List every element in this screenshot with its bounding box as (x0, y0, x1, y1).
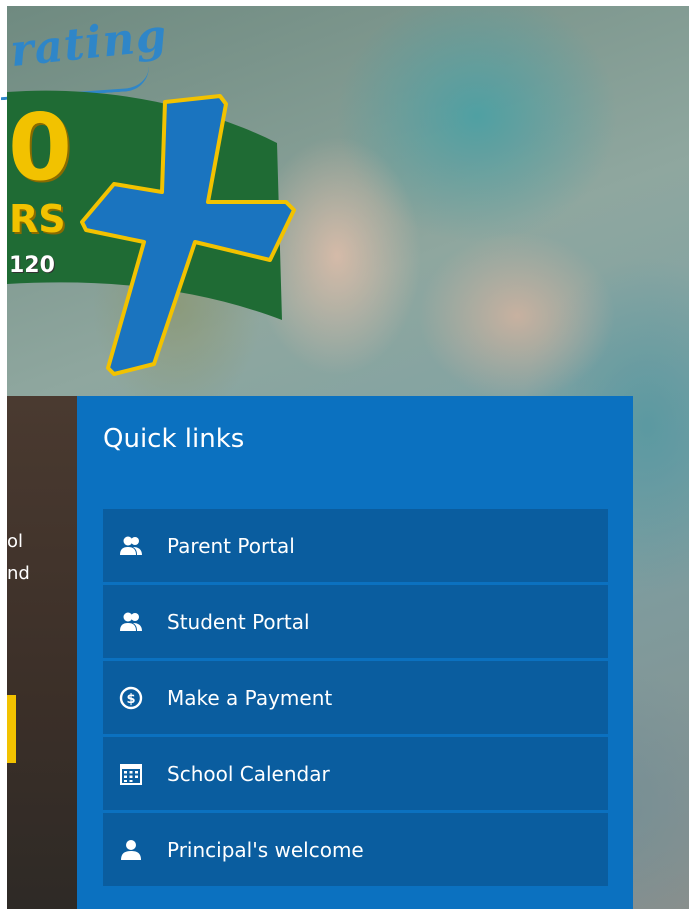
link-label: Student Portal (167, 609, 310, 634)
user-icon (119, 838, 143, 862)
link-label: Principal's welcome (167, 837, 364, 862)
hero-text-line: ol (7, 531, 24, 552)
hero-text-fragment: ol nd (7, 526, 30, 590)
principals-welcome-link[interactable]: Principal's welcome (103, 813, 608, 886)
quick-links-title: Quick links (103, 424, 245, 454)
link-label: Make a Payment (167, 685, 333, 710)
link-label: Parent Portal (167, 533, 295, 558)
calendar-icon (119, 762, 143, 786)
page: rating 0 RS 120 ol nd Quick links Parent… (0, 0, 689, 909)
cross-icon (80, 94, 296, 376)
users-icon (119, 610, 143, 634)
svg-text:$: $ (126, 692, 135, 707)
make-payment-link[interactable]: $ Make a Payment (103, 661, 608, 734)
anniversary-year: 120 (9, 253, 55, 278)
parent-portal-link[interactable]: Parent Portal (103, 509, 608, 582)
dollar-circle-icon: $ (119, 686, 143, 710)
users-icon (119, 534, 143, 558)
quick-links-list: Parent Portal Student Portal $ Make a Pa… (103, 509, 608, 889)
anniversary-word: RS (9, 197, 66, 241)
school-calendar-link[interactable]: School Calendar (103, 737, 608, 810)
hero-text-line: nd (7, 563, 30, 584)
hero-cta-button[interactable] (7, 695, 16, 763)
student-portal-link[interactable]: Student Portal (103, 585, 608, 658)
quick-links-panel: Quick links Parent Portal Student Portal… (77, 396, 633, 909)
link-label: School Calendar (167, 761, 330, 786)
anniversary-number: 0 (8, 94, 73, 201)
hero-dark-section (7, 396, 87, 909)
